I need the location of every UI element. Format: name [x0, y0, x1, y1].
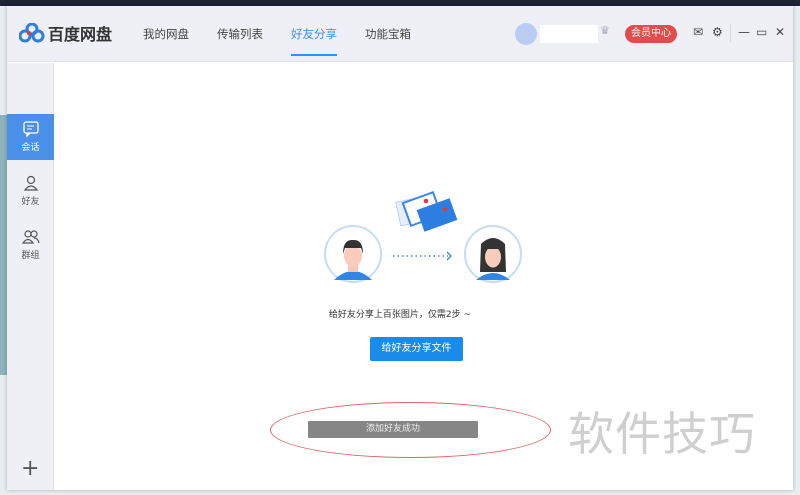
share-hint-text: 给好友分享上百张图片，仅需2步 ~ [328, 310, 472, 320]
male-avatar-icon [324, 225, 382, 283]
dotted-arrow-icon [393, 251, 452, 261]
share-file-button[interactable]: 给好友分享文件 [370, 337, 463, 361]
highlight-ellipse [270, 402, 551, 458]
female-avatar-icon [464, 225, 522, 283]
photos-icon [395, 190, 458, 232]
watermark: 软件技巧 [568, 407, 756, 461]
